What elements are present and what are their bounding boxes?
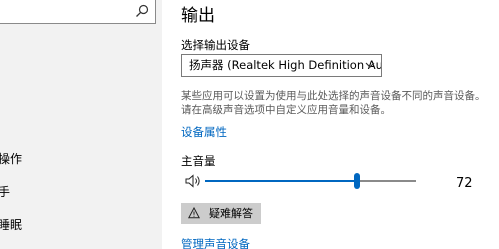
volume-slider-fill (205, 180, 357, 182)
volume-value: 72 (456, 176, 473, 191)
volume-slider[interactable] (205, 173, 416, 189)
chevron-down-icon (365, 62, 375, 68)
output-device-label: 选择输出设备 (181, 38, 250, 52)
manage-sound-devices-link[interactable]: 管理声音设备 (181, 236, 250, 249)
device-properties-link[interactable]: 设备属性 (181, 124, 227, 140)
speaker-icon[interactable] (185, 174, 201, 188)
section-title: 输出 (181, 6, 215, 26)
master-volume-label: 主音量 (181, 154, 216, 168)
troubleshoot-label: 疑难解答 (209, 207, 253, 220)
troubleshoot-button[interactable]: 疑难解答 (181, 203, 261, 224)
sidebar: 操作 手 睡眠 (0, 0, 162, 249)
search-icon[interactable] (135, 4, 149, 18)
sound-settings-page: 操作 手 睡眠 输出 选择输出设备 扬声器 (Realtek High Defi… (0, 0, 499, 249)
sidebar-item-label[interactable]: 手 (0, 183, 10, 200)
sidebar-item-label[interactable]: 睡眠 (0, 216, 22, 233)
output-device-value: 扬声器 (Realtek High Definition Audi... (189, 58, 381, 72)
sidebar-item-label[interactable]: 操作 (0, 150, 22, 167)
output-description: 某些应用可以设置为使用与此处选择的声音设备不同的声音设备。请在高级声音选项中自定… (181, 90, 486, 116)
warning-icon (188, 207, 200, 219)
output-device-dropdown[interactable]: 扬声器 (Realtek High Definition Audi... (181, 54, 382, 77)
volume-slider-thumb[interactable] (354, 173, 360, 189)
search-input[interactable] (0, 0, 156, 24)
main-content: 输出 选择输出设备 扬声器 (Realtek High Definition A… (162, 0, 499, 249)
